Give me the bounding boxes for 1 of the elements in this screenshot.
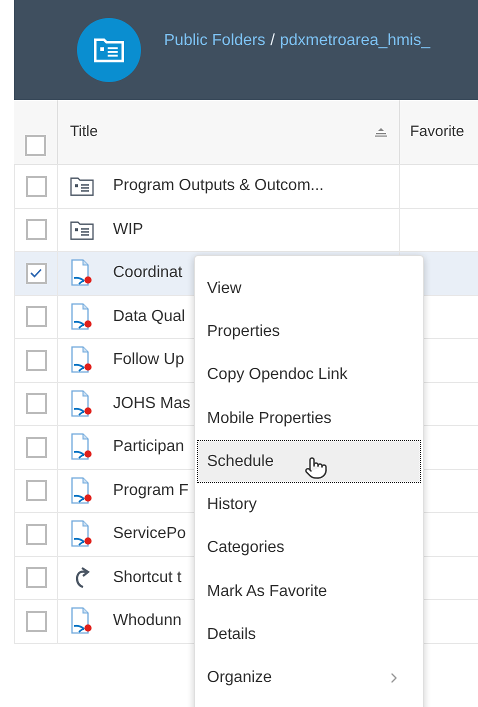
breadcrumb-separator: / (270, 31, 275, 51)
